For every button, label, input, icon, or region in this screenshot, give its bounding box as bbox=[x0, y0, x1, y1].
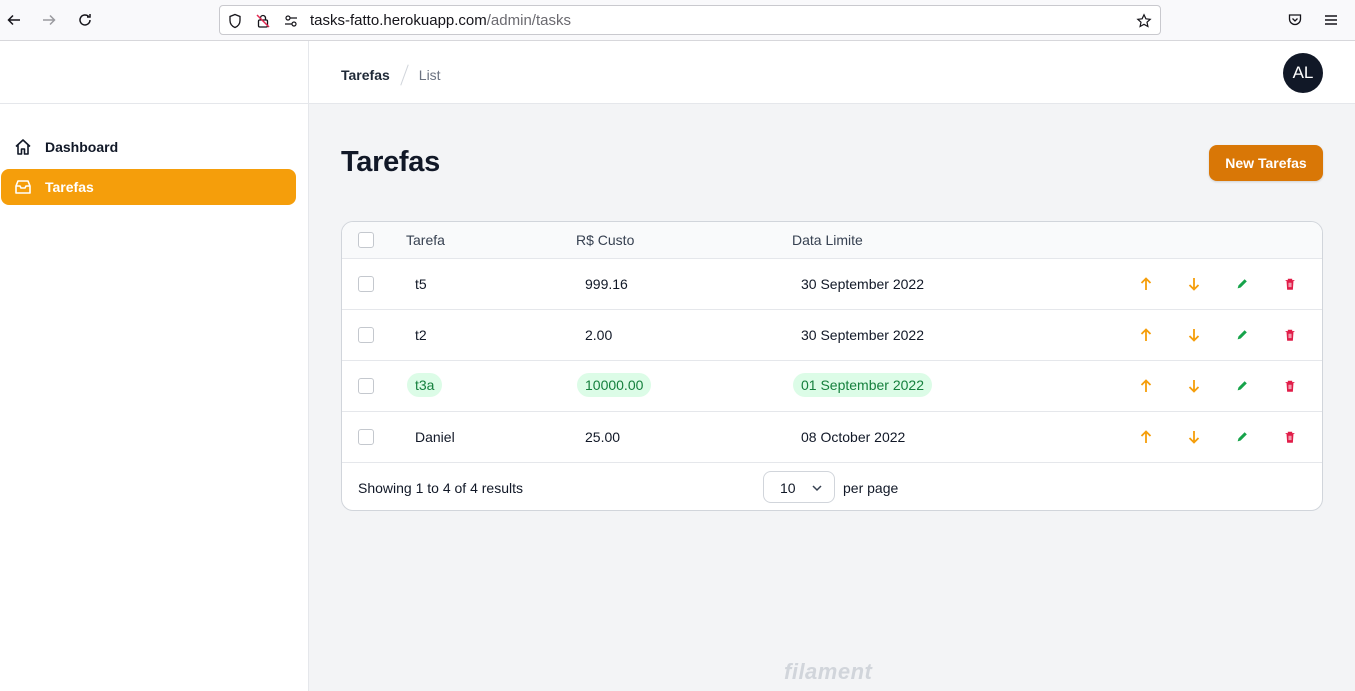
topbar: Tarefas List AL bbox=[309, 41, 1355, 104]
edit-pencil-icon[interactable] bbox=[1234, 429, 1250, 445]
edit-pencil-icon[interactable] bbox=[1234, 276, 1250, 292]
cell-data-limite: 08 October 2022 bbox=[801, 429, 906, 445]
sidebar-header bbox=[0, 41, 308, 104]
chevron-down-icon bbox=[812, 485, 822, 492]
archive-icon bbox=[13, 177, 33, 197]
per-page-select[interactable]: 10 bbox=[763, 471, 835, 503]
reload-icon bbox=[79, 14, 91, 26]
shield-icon[interactable] bbox=[226, 12, 244, 30]
breadcrumb-separator bbox=[400, 64, 409, 86]
sidebar: Dashboard Tarefas bbox=[0, 41, 309, 691]
per-page-value: 10 bbox=[780, 480, 796, 496]
results-summary: Showing 1 to 4 of 4 results bbox=[358, 480, 523, 496]
sidebar-item-dashboard[interactable]: Dashboard bbox=[1, 129, 296, 165]
table-row[interactable]: t5 999.16 30 September 2022 bbox=[342, 259, 1322, 310]
cell-custo: 999.16 bbox=[585, 276, 628, 292]
sidebar-item-label: Tarefas bbox=[45, 179, 94, 195]
move-down-icon[interactable] bbox=[1186, 327, 1202, 343]
row-checkbox[interactable] bbox=[358, 429, 374, 445]
bookmark-star-icon[interactable] bbox=[1135, 12, 1153, 30]
url-text[interactable]: tasks-fatto.herokuapp.com/admin/tasks bbox=[310, 12, 571, 29]
forward-button[interactable] bbox=[39, 10, 59, 30]
edit-pencil-icon[interactable] bbox=[1234, 327, 1250, 343]
select-all-checkbox[interactable] bbox=[358, 232, 374, 248]
table-row[interactable]: Daniel 25.00 08 October 2022 bbox=[342, 412, 1322, 463]
new-tarefas-button[interactable]: New Tarefas bbox=[1209, 145, 1323, 181]
breadcrumb-item-tarefas[interactable]: Tarefas bbox=[341, 67, 390, 83]
reload-button[interactable] bbox=[75, 10, 95, 30]
move-down-icon[interactable] bbox=[1186, 276, 1202, 292]
cell-data-limite: 30 September 2022 bbox=[801, 276, 924, 292]
cell-data-limite: 01 September 2022 bbox=[793, 373, 932, 397]
cell-custo: 2.00 bbox=[585, 327, 613, 343]
delete-trash-icon[interactable] bbox=[1282, 276, 1298, 292]
home-icon bbox=[13, 137, 33, 157]
main-content: Tarefas New Tarefas Tarefa R$ Custo Data… bbox=[309, 104, 1355, 691]
url-path: /admin/tasks bbox=[486, 12, 571, 29]
row-checkbox[interactable] bbox=[358, 378, 374, 394]
column-header-custo: R$ Custo bbox=[576, 232, 635, 248]
delete-trash-icon[interactable] bbox=[1282, 327, 1298, 343]
filament-brand-logo: filament bbox=[784, 659, 873, 684]
cell-data-limite: 30 September 2022 bbox=[801, 327, 924, 343]
insecure-lock-icon[interactable] bbox=[254, 12, 272, 30]
table-row[interactable]: t2 2.00 30 September 2022 bbox=[342, 310, 1322, 361]
avatar[interactable]: AL bbox=[1283, 53, 1323, 93]
pocket-button[interactable] bbox=[1285, 10, 1305, 30]
move-down-icon[interactable] bbox=[1186, 429, 1202, 445]
move-up-icon[interactable] bbox=[1138, 327, 1154, 343]
row-checkbox[interactable] bbox=[358, 276, 374, 292]
breadcrumb-item-list[interactable]: List bbox=[419, 67, 441, 83]
browser-toolbar: tasks-fatto.herokuapp.com/admin/tasks bbox=[0, 0, 1355, 41]
sidebar-item-tarefas[interactable]: Tarefas bbox=[1, 169, 296, 205]
cell-tarefa: t5 bbox=[415, 276, 427, 292]
column-header-tarefa: Tarefa bbox=[406, 232, 445, 248]
delete-trash-icon[interactable] bbox=[1282, 429, 1298, 445]
cell-tarefa: t3a bbox=[407, 373, 443, 397]
move-up-icon[interactable] bbox=[1138, 378, 1154, 394]
move-up-icon[interactable] bbox=[1138, 429, 1154, 445]
page-title: Tarefas bbox=[341, 146, 440, 178]
delete-trash-icon[interactable] bbox=[1282, 378, 1298, 394]
table-header: Tarefa R$ Custo Data Limite bbox=[342, 222, 1322, 259]
table-footer: Showing 1 to 4 of 4 results 10 per page bbox=[342, 463, 1322, 510]
menu-button[interactable] bbox=[1321, 10, 1341, 30]
cell-tarefa: t2 bbox=[415, 327, 427, 343]
url-host: tasks-fatto.herokuapp.com bbox=[310, 12, 487, 29]
forward-arrow-icon bbox=[43, 14, 56, 26]
move-up-icon[interactable] bbox=[1138, 276, 1154, 292]
permissions-icon[interactable] bbox=[282, 12, 300, 30]
breadcrumb: Tarefas List bbox=[341, 64, 441, 86]
tasks-table: Tarefa R$ Custo Data Limite t5 999.16 30 S… bbox=[341, 221, 1323, 511]
cell-custo: 10000.00 bbox=[577, 373, 652, 397]
address-bar[interactable]: tasks-fatto.herokuapp.com/admin/tasks bbox=[219, 5, 1161, 35]
sidebar-item-label: Dashboard bbox=[45, 139, 119, 155]
hamburger-menu-icon bbox=[1325, 15, 1337, 25]
cell-custo: 25.00 bbox=[585, 429, 621, 445]
edit-pencil-icon[interactable] bbox=[1234, 378, 1250, 394]
back-button[interactable] bbox=[4, 10, 24, 30]
row-checkbox[interactable] bbox=[358, 327, 374, 343]
move-down-icon[interactable] bbox=[1186, 378, 1202, 394]
pocket-icon bbox=[1288, 14, 1302, 26]
table-row[interactable]: t3a 10000.00 01 September 2022 bbox=[342, 361, 1322, 412]
per-page-label: per page bbox=[843, 480, 899, 496]
column-header-data-limite: Data Limite bbox=[792, 232, 863, 248]
cell-tarefa: Daniel bbox=[415, 429, 455, 445]
back-arrow-icon bbox=[7, 14, 20, 26]
